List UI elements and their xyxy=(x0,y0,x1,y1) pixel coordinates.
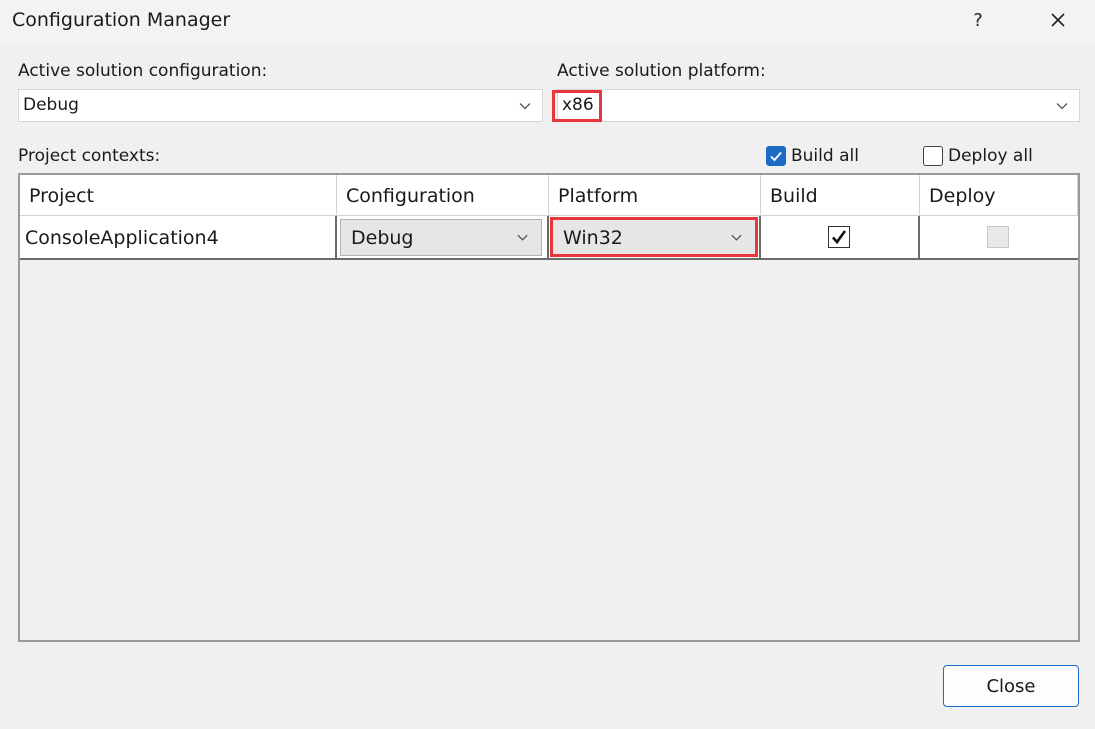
build-all-checkbox[interactable] xyxy=(766,146,786,166)
chevron-down-icon xyxy=(1056,103,1068,110)
project-deploy-checkbox[interactable] xyxy=(987,226,1009,248)
project-cell: ConsoleApplication4 xyxy=(20,216,337,258)
active-configuration-value: Debug xyxy=(23,95,79,115)
chevron-down-icon xyxy=(517,234,528,241)
active-platform-label: Active solution platform: xyxy=(557,61,766,81)
close-button[interactable]: Close xyxy=(943,665,1079,707)
active-configuration-dropdown[interactable]: Debug xyxy=(18,89,543,122)
project-build-checkbox[interactable] xyxy=(828,226,850,248)
active-configuration-label: Active solution configuration: xyxy=(18,61,268,81)
project-contexts-label: Project contexts: xyxy=(18,146,161,166)
configuration-cell: Debug xyxy=(337,216,549,258)
project-platform-value: Win32 xyxy=(563,227,623,249)
checkmark-icon xyxy=(832,230,847,245)
window-close-button[interactable] xyxy=(1032,0,1084,40)
project-configuration-value: Debug xyxy=(351,227,414,249)
chevron-down-icon xyxy=(731,234,742,241)
column-header-deploy[interactable]: Deploy xyxy=(920,175,1078,216)
project-contexts-grid: Project Configuration Platform Build Dep… xyxy=(18,173,1080,642)
platform-cell: Win32 xyxy=(549,216,761,258)
build-cell xyxy=(761,216,920,258)
build-all-label: Build all xyxy=(791,146,859,166)
column-header-project[interactable]: Project xyxy=(20,175,337,216)
help-button[interactable]: ? xyxy=(952,0,1004,40)
close-icon xyxy=(1051,13,1065,27)
deploy-all-checkbox[interactable] xyxy=(923,146,943,166)
column-header-configuration[interactable]: Configuration xyxy=(337,175,549,216)
title-bar: Configuration Manager ? xyxy=(0,0,1095,44)
active-platform-dropdown[interactable]: x86 xyxy=(557,89,1080,122)
window-title: Configuration Manager xyxy=(12,9,231,31)
deploy-cell xyxy=(920,216,1078,258)
project-platform-dropdown[interactable]: Win32 xyxy=(552,219,756,256)
project-configuration-dropdown[interactable]: Debug xyxy=(340,219,542,256)
help-icon: ? xyxy=(973,9,983,31)
chevron-down-icon xyxy=(519,103,531,110)
deploy-all-label: Deploy all xyxy=(948,146,1033,166)
checkmark-icon xyxy=(770,151,782,162)
table-row[interactable]: ConsoleApplication4 Debug Win32 xyxy=(20,216,1078,260)
column-header-build[interactable]: Build xyxy=(761,175,920,216)
project-name: ConsoleApplication4 xyxy=(25,227,219,249)
column-header-platform[interactable]: Platform xyxy=(549,175,761,216)
active-platform-value: x86 xyxy=(562,95,594,115)
